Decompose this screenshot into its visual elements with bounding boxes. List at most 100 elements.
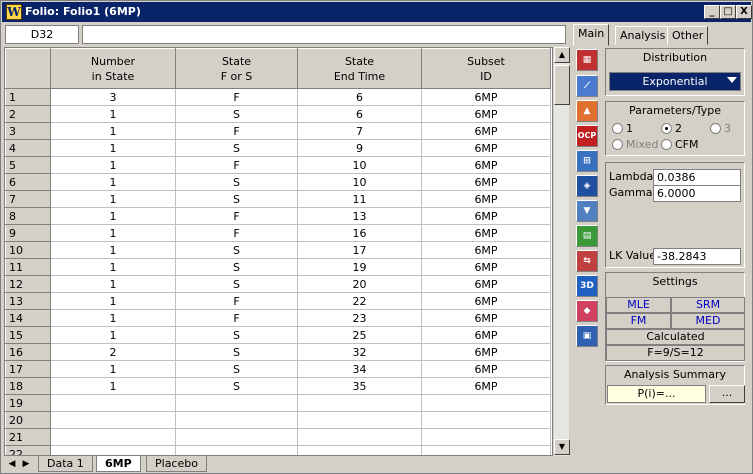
radio-params-2[interactable]: 2 [661,122,682,135]
row-number[interactable]: 9 [5,224,51,242]
title-bar[interactable]: W Folio: Folio1 (6MP) _ □ X [2,2,752,22]
grid-cell[interactable]: 6MP [421,224,551,242]
vertical-scrollbar[interactable]: ▲ ▼ [553,47,570,456]
grid-cell[interactable]: 1 [50,139,176,157]
sheet-tab-6mp[interactable]: 6MP [96,456,141,472]
grid-cell[interactable]: 1 [50,275,176,293]
maximize-button[interactable]: □ [720,5,736,19]
grid-cell[interactable]: 3 [50,88,176,106]
grid-cell[interactable]: 6MP [421,139,551,157]
grid-cell[interactable]: S [175,343,298,361]
mountain-icon[interactable]: ▲ [576,100,598,122]
grid-cell[interactable]: 6MP [421,309,551,327]
grid-cell[interactable]: 10 [297,173,422,191]
row-number[interactable]: 11 [5,258,51,276]
grid-cell[interactable]: S [175,326,298,344]
grid-cell[interactable]: 1 [50,377,176,395]
gamma-value[interactable]: 6.0000 [653,185,741,202]
row-number[interactable]: 16 [5,343,51,361]
grid-cell[interactable]: 6 [297,88,422,106]
grid-cell[interactable]: 13 [297,207,422,225]
row-number[interactable]: 12 [5,275,51,293]
grid-cell[interactable]: 6MP [421,377,551,395]
grid-cell[interactable] [50,411,176,429]
grid-cell[interactable]: 20 [297,275,422,293]
grid-cell[interactable]: 19 [297,258,422,276]
grid-cell[interactable]: 6MP [421,88,551,106]
summary-more-button[interactable]: ... [709,385,745,403]
row-number[interactable]: 2 [5,105,51,123]
grid-cell[interactable] [175,411,298,429]
grid-cell[interactable]: 6MP [421,207,551,225]
grid-cell[interactable] [175,394,298,412]
grid-cell[interactable]: 1 [50,360,176,378]
grid-cell[interactable]: 6MP [421,360,551,378]
grid-cell[interactable] [50,428,176,446]
grid-cell[interactable]: 1 [50,326,176,344]
tab-analysis[interactable]: Analysis [615,26,671,45]
minimize-button[interactable]: _ [704,5,720,19]
flag-icon[interactable]: ◆ [576,300,598,322]
grid-cell[interactable]: 1 [50,173,176,191]
scroll-up-icon[interactable]: ▲ [554,47,570,63]
tab-other[interactable]: Other [667,26,709,45]
cell-reference-box[interactable]: D32 [5,25,79,44]
grid-cell[interactable]: F [175,292,298,310]
grid-cell[interactable]: 1 [50,156,176,174]
scroll-thumb[interactable] [554,65,570,105]
tab-main[interactable]: Main [573,24,610,46]
table-calc-icon[interactable]: ▤ [576,225,598,247]
split-icon[interactable]: ⇆ [576,250,598,272]
grid-cell[interactable]: 2 [50,343,176,361]
distribution-dropdown[interactable]: Exponential [609,72,741,91]
grid-cell[interactable] [297,445,422,455]
grid-cell[interactable]: 6MP [421,292,551,310]
grid-cell[interactable]: 6MP [421,122,551,140]
grid-cell[interactable]: 11 [297,190,422,208]
grid-cell[interactable]: 1 [50,105,176,123]
grid-cell[interactable]: 1 [50,241,176,259]
grid-cell[interactable] [421,445,551,455]
srm-button[interactable]: SRM [671,297,745,313]
sheet-tab-data-1[interactable]: Data 1 [38,456,93,472]
grid-cell[interactable]: 6MP [421,105,551,123]
formula-input[interactable] [82,25,566,44]
grid-cell[interactable]: 16 [297,224,422,242]
row-number[interactable]: 15 [5,326,51,344]
column-header[interactable]: Number in State [50,48,176,89]
lambda-value[interactable]: 0.0386 [653,169,741,186]
grid-cell[interactable]: 25 [297,326,422,344]
grid-cell[interactable]: S [175,360,298,378]
grid-cell[interactable] [50,445,176,455]
grid-cell[interactable]: 6MP [421,343,551,361]
grid-cell[interactable] [421,411,551,429]
grid-cell[interactable] [175,428,298,446]
fm-button[interactable]: FM [606,313,671,329]
grid-cell[interactable]: F [175,309,298,327]
row-number[interactable]: 4 [5,139,51,157]
grid-cell[interactable]: 1 [50,258,176,276]
row-number[interactable]: 21 [5,428,51,446]
grid-cell[interactable]: 10 [297,156,422,174]
grid-cell[interactable] [297,411,422,429]
grid-cell[interactable]: 6MP [421,258,551,276]
grid-cell[interactable]: 34 [297,360,422,378]
grid-cell[interactable]: S [175,139,298,157]
grid-cell[interactable]: 1 [50,224,176,242]
grid-cell[interactable]: 6MP [421,241,551,259]
3d-icon[interactable]: 3D [576,275,598,297]
ocp-icon[interactable]: OCP [576,125,598,147]
radio-params-1[interactable]: 1 [612,122,633,135]
row-number[interactable]: 14 [5,309,51,327]
grid-cell[interactable]: F [175,224,298,242]
grid-cell[interactable]: 7 [297,122,422,140]
corner-header[interactable] [5,48,51,89]
grid-cell[interactable]: S [175,173,298,191]
row-number[interactable]: 18 [5,377,51,395]
grid-cell[interactable] [297,428,422,446]
grid-cell[interactable]: S [175,377,298,395]
grid-cell[interactable] [297,394,422,412]
report-icon[interactable]: ▣ [576,325,598,347]
grid-cell[interactable]: F [175,122,298,140]
grid-cell[interactable]: 6MP [421,275,551,293]
